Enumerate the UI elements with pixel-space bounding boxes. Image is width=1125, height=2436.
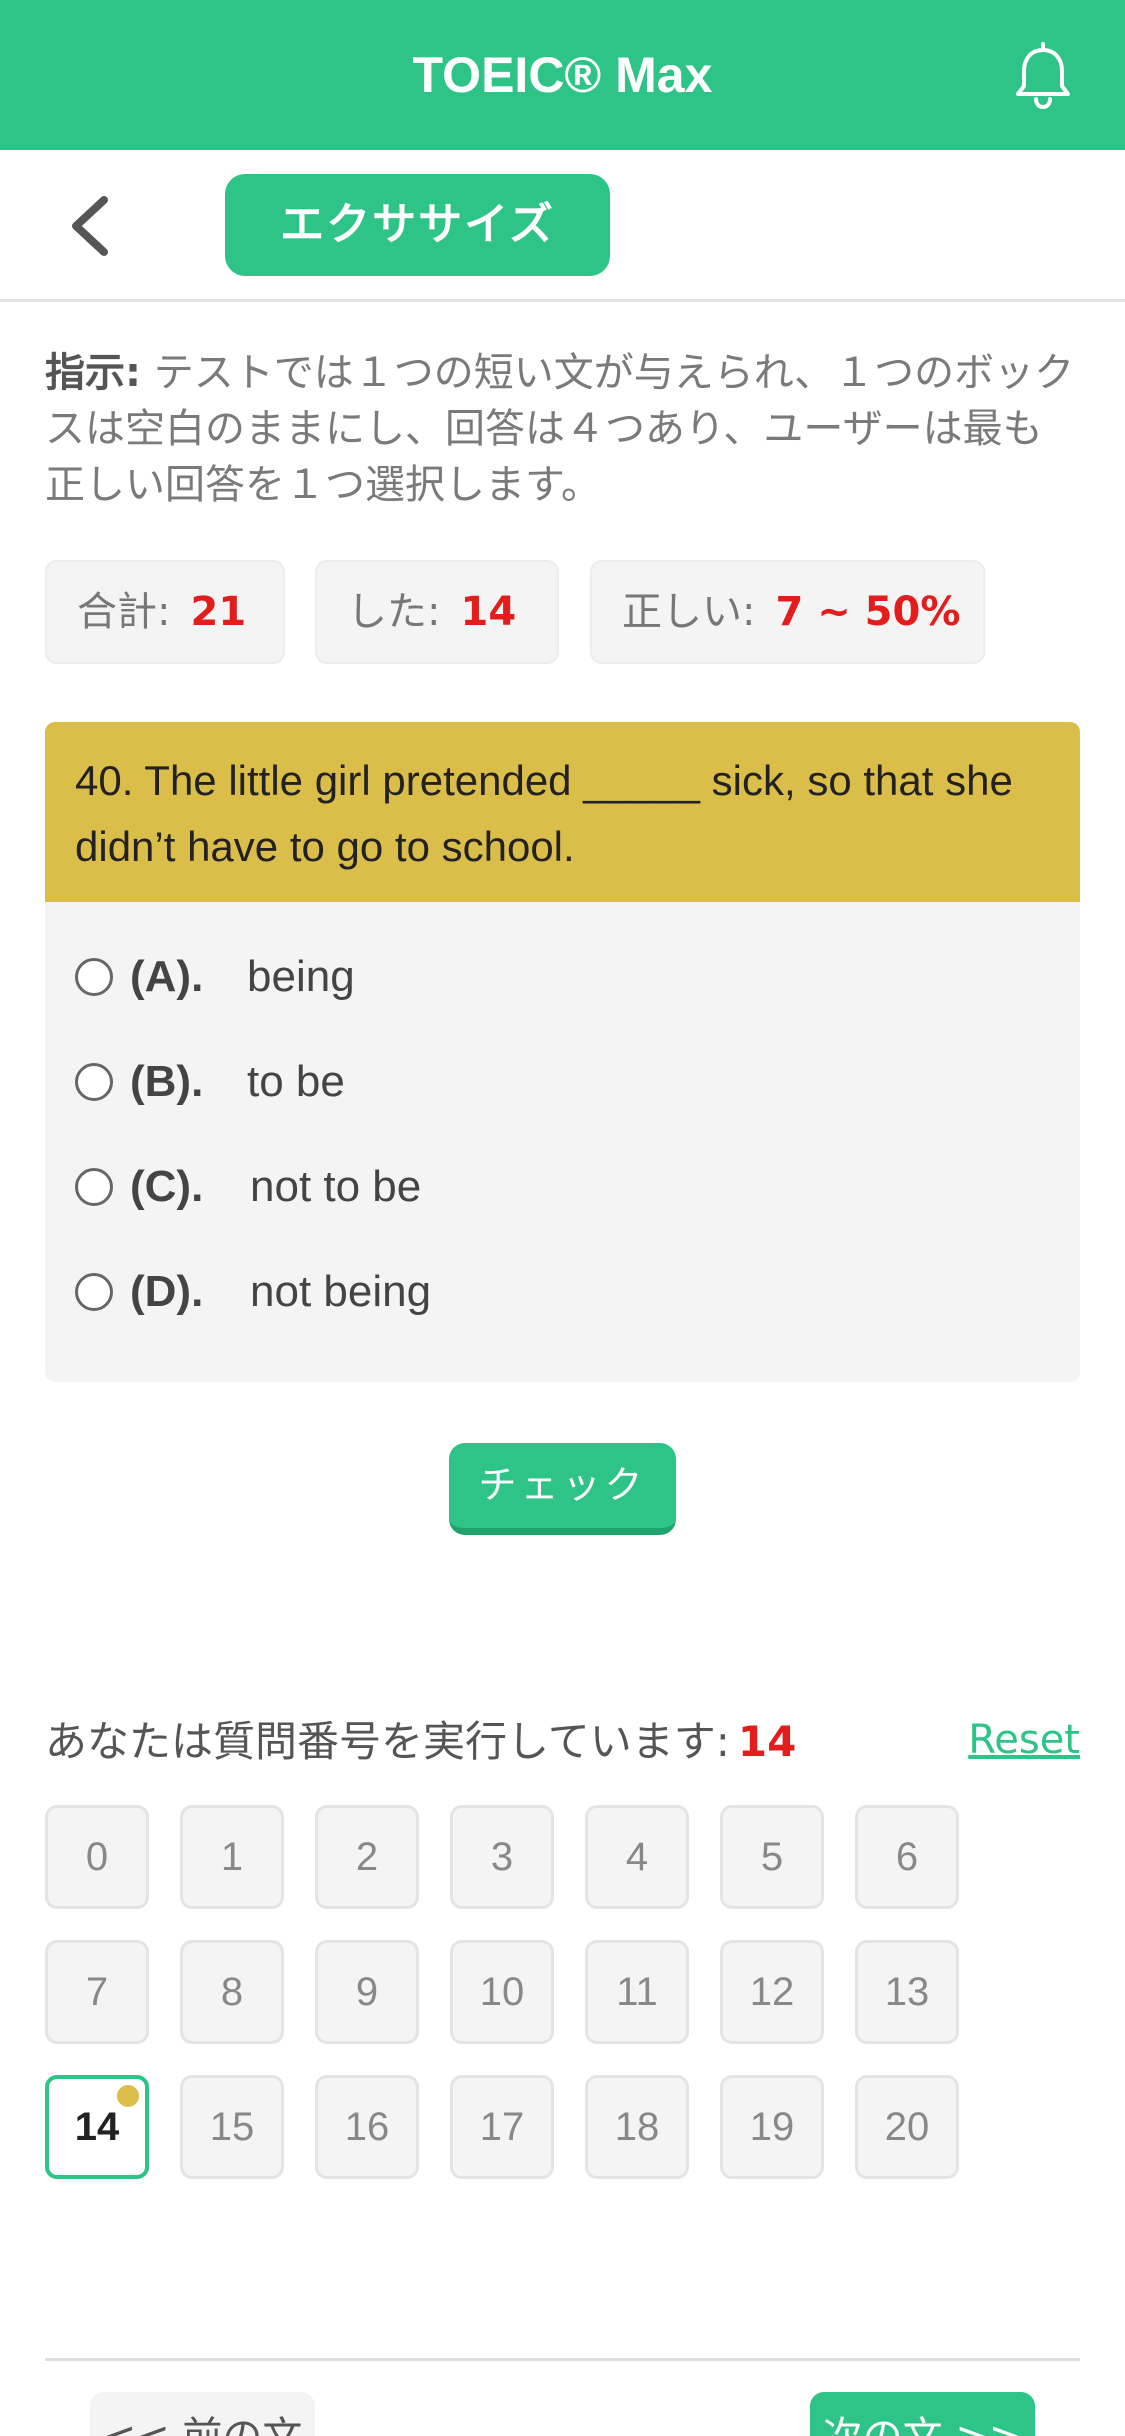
question-number-cell[interactable]: 5 — [720, 1805, 824, 1909]
question-number-cell[interactable]: 0 — [45, 1805, 149, 1909]
question-number-cell[interactable]: 20 — [855, 2075, 959, 2179]
option-key: (C). — [130, 1162, 204, 1211]
progress-label-text: あなたは質問番号を実行しています: — [45, 1717, 730, 1766]
radio-button[interactable] — [75, 1063, 113, 1101]
question-text: 40. The little girl pretended _____ sick… — [45, 722, 1080, 902]
question-number-cell[interactable]: 12 — [720, 1940, 824, 2044]
option-b[interactable]: (B). to be — [75, 1047, 1055, 1117]
stat-correct: 正しい: 7 ~ 50% — [590, 560, 985, 664]
question-number-cell[interactable]: 10 — [450, 1940, 554, 2044]
question-number-cell[interactable]: 7 — [45, 1940, 149, 2044]
question-number-cell[interactable]: 14 — [45, 2075, 149, 2179]
reset-link[interactable]: Reset — [968, 1712, 1080, 1768]
stat-total-value: 21 — [190, 589, 247, 635]
question-number-cell[interactable]: 17 — [450, 2075, 554, 2179]
question-number-cell[interactable]: 3 — [450, 1805, 554, 1909]
tab-exercise[interactable]: エクササイズ — [225, 174, 610, 276]
option-d[interactable]: (D). not being — [75, 1257, 1055, 1327]
stat-total: 合計: 21 — [45, 560, 285, 664]
option-a[interactable]: (A). being — [75, 942, 1055, 1012]
question-number-cell[interactable]: 4 — [585, 1805, 689, 1909]
question-number-cell[interactable]: 6 — [855, 1805, 959, 1909]
option-text: being — [247, 952, 355, 1001]
question-number-cell[interactable]: 18 — [585, 2075, 689, 2179]
question-number-cell[interactable]: 9 — [315, 1940, 419, 2044]
option-text: to be — [247, 1057, 345, 1106]
stat-done: した: 14 — [315, 560, 559, 664]
option-key: (A). — [130, 952, 204, 1001]
instruction-label: 指示: — [45, 350, 141, 396]
question-number-cell[interactable]: 2 — [315, 1805, 419, 1909]
app-title: TOEIC® Max — [412, 47, 713, 103]
progress-current: 14 — [737, 1717, 797, 1766]
prev-sentence-button[interactable]: << 前の文 — [90, 2392, 315, 2436]
chevron-left-icon[interactable] — [60, 190, 120, 262]
sub-header: エクササイズ — [0, 150, 1125, 302]
progress-label: あなたは質問番号を実行しています: 14 — [45, 1712, 796, 1772]
radio-button[interactable] — [75, 1168, 113, 1206]
stat-correct-label: 正しい: — [622, 589, 756, 635]
question-number-cell[interactable]: 1 — [180, 1805, 284, 1909]
question-number-cell[interactable]: 16 — [315, 2075, 419, 2179]
question-card: 40. The little girl pretended _____ sick… — [45, 722, 1080, 1382]
stat-correct-value: 7 ~ 50% — [775, 589, 961, 635]
question-number-cell[interactable]: 11 — [585, 1940, 689, 2044]
divider — [45, 2358, 1080, 2361]
bell-icon[interactable] — [1013, 42, 1073, 110]
instruction-body: テストでは１つの短い文が与えられ、１つのボックスは空白のままにし、回答は４つあり… — [45, 350, 1075, 508]
stat-total-label: 合計: — [77, 589, 171, 635]
radio-button[interactable] — [75, 958, 113, 996]
current-indicator-dot — [117, 2085, 139, 2107]
option-key: (B). — [130, 1057, 204, 1106]
question-number-cell[interactable]: 8 — [180, 1940, 284, 2044]
next-sentence-button[interactable]: 次の文 >> — [810, 2392, 1035, 2436]
stat-done-value: 14 — [460, 589, 517, 635]
option-text: not to be — [250, 1162, 422, 1211]
option-c[interactable]: (C). not to be — [75, 1152, 1055, 1222]
question-number-cell[interactable]: 19 — [720, 2075, 824, 2179]
question-number-cell[interactable]: 15 — [180, 2075, 284, 2179]
stat-done-label: した: — [347, 589, 441, 635]
option-key: (D). — [130, 1267, 204, 1316]
instruction-text: 指示: テストでは１つの短い文が与えられ、１つのボックスは空白のままにし、回答は… — [45, 345, 1080, 513]
option-text: not being — [250, 1267, 432, 1316]
radio-button[interactable] — [75, 1273, 113, 1311]
question-number-cell[interactable]: 13 — [855, 1940, 959, 2044]
app-bar: TOEIC® Max — [0, 0, 1125, 150]
check-button[interactable]: チェック — [449, 1443, 676, 1535]
